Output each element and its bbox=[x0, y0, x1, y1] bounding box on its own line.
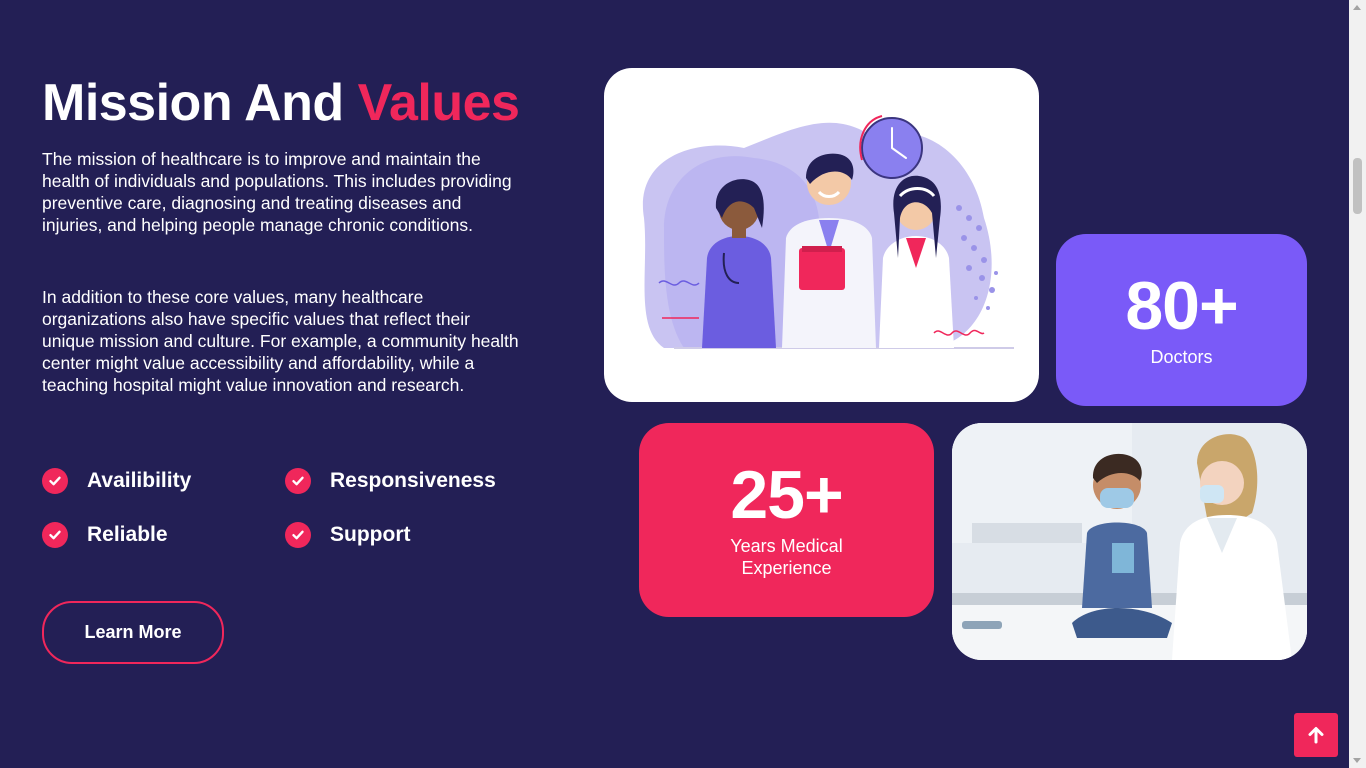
value-item-support: Support bbox=[285, 518, 410, 552]
value-item-reliable: Reliable bbox=[42, 518, 168, 552]
doctors-count: 80+ bbox=[1125, 268, 1238, 344]
values-paragraph: In addition to these core values, many h… bbox=[42, 287, 519, 395]
value-item-responsiveness: Responsiveness bbox=[285, 464, 496, 498]
title-main: Mission And bbox=[42, 74, 344, 132]
scroll-down-arrow-icon[interactable] bbox=[1353, 758, 1361, 763]
title-accent: Values bbox=[357, 74, 520, 132]
check-circle-icon bbox=[42, 522, 68, 548]
mission-values-section: Mission And Values The mission of health… bbox=[0, 0, 1366, 768]
experience-label: Years Medical Experience bbox=[730, 536, 843, 578]
value-label: Responsiveness bbox=[330, 469, 496, 492]
scroll-thumb[interactable] bbox=[1353, 158, 1362, 214]
arrow-up-icon bbox=[1308, 727, 1324, 744]
back-to-top-button[interactable] bbox=[1294, 713, 1338, 757]
experience-count: 25+ bbox=[730, 457, 843, 533]
value-label: Availibility bbox=[87, 469, 192, 492]
mission-paragraph: The mission of healthcare is to improve … bbox=[42, 149, 512, 235]
value-label: Reliable bbox=[87, 523, 168, 546]
check-circle-icon bbox=[285, 468, 311, 494]
experience-stat-card: 25+ Years Medical Experience bbox=[639, 423, 934, 617]
scroll-up-arrow-icon[interactable] bbox=[1353, 5, 1361, 10]
doctors-illustration bbox=[604, 68, 1039, 402]
check-circle-icon bbox=[42, 468, 68, 494]
check-circle-icon bbox=[285, 522, 311, 548]
value-item-availibility: Availibility bbox=[42, 464, 191, 498]
doctor-patient-photo bbox=[952, 423, 1307, 660]
doctor-patient-photo-image bbox=[952, 423, 1307, 660]
learn-more-button[interactable]: Learn More bbox=[42, 601, 224, 664]
doctors-stat-card: 80+ Doctors bbox=[1056, 234, 1307, 406]
section-title: Mission And Values bbox=[42, 72, 520, 134]
doctors-illustration-image bbox=[642, 115, 1014, 349]
page-scrollbar[interactable] bbox=[1349, 0, 1366, 768]
doctors-label: Doctors bbox=[1150, 347, 1213, 367]
value-label: Support bbox=[330, 523, 411, 546]
